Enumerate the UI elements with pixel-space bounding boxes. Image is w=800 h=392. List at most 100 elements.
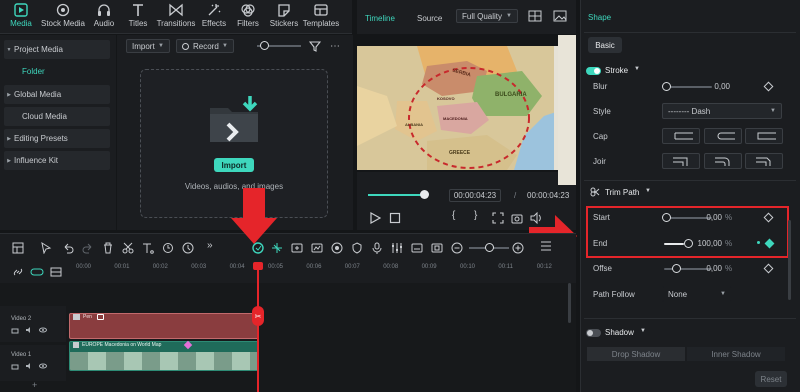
drop-shadow-tab[interactable]: Drop Shadow <box>587 347 685 361</box>
playback-progress[interactable] <box>368 194 424 196</box>
grid-menu-icon[interactable] <box>540 240 552 252</box>
fullscreen-icon[interactable] <box>492 212 504 224</box>
import-dropdown[interactable]: Import ▼ <box>126 39 170 53</box>
current-time[interactable]: 00:00:04:23 <box>449 189 501 202</box>
effects-tool-icon[interactable] <box>311 242 323 254</box>
add-media-icon[interactable] <box>291 242 303 254</box>
style-dropdown[interactable]: -------- Dash ▼ <box>662 103 782 119</box>
tab-source-preview[interactable]: Source <box>417 14 442 23</box>
tab-media[interactable]: Media <box>6 3 36 33</box>
zoom-out-icon[interactable] <box>451 242 463 254</box>
tab-filters[interactable]: Filters <box>234 3 262 33</box>
track-settings-icon[interactable] <box>50 266 62 278</box>
join-round-button[interactable] <box>704 153 742 169</box>
tab-timeline-preview[interactable]: Timeline <box>365 14 395 23</box>
audio-mixer-icon[interactable] <box>391 242 403 254</box>
thumbnail-size-knob[interactable] <box>260 41 269 50</box>
tab-stock-media[interactable]: Stock Media <box>40 3 86 33</box>
tab-transitions[interactable]: Transitions <box>156 3 196 33</box>
tab-audio[interactable]: Audio <box>90 3 118 33</box>
zoom-slider-knob[interactable] <box>485 243 494 252</box>
tab-stickers[interactable]: Stickers <box>268 3 300 33</box>
microphone-icon[interactable] <box>371 242 383 254</box>
text-tool-icon[interactable] <box>142 242 154 254</box>
track-lock-icon[interactable] <box>11 362 19 370</box>
sidebar-item-editing-presets[interactable]: ▶ Editing Presets <box>4 129 110 148</box>
cap-butt-button[interactable] <box>662 128 700 144</box>
camera-icon[interactable] <box>511 212 523 224</box>
blur-value[interactable]: 0,00 <box>700 82 730 91</box>
shield-icon[interactable] <box>351 242 363 254</box>
join-bevel-button[interactable] <box>745 153 783 169</box>
timeline-scrollbar[interactable] <box>568 283 571 323</box>
ruler-tick-label: 00:04 <box>229 264 245 270</box>
reset-button[interactable]: Reset <box>755 371 787 387</box>
play-icon[interactable] <box>369 212 381 224</box>
offset-slider-knob[interactable] <box>672 264 681 273</box>
panel-title[interactable]: Shape <box>588 13 611 22</box>
filter-icon[interactable] <box>309 40 321 52</box>
record-tool-icon[interactable] <box>331 242 343 254</box>
split-marker-icon[interactable]: ✂ <box>252 306 264 326</box>
sidebar-item-project-media[interactable]: ▼ Project Media <box>4 40 110 59</box>
import-button[interactable]: Import <box>214 158 254 172</box>
path-follow-dropdown[interactable]: None ▼ <box>662 286 732 302</box>
stop-icon[interactable] <box>389 212 401 224</box>
more-tools-icon[interactable]: » <box>207 240 213 251</box>
track-mute-icon[interactable] <box>25 326 33 334</box>
inner-shadow-tab[interactable]: Inner Shadow <box>687 347 785 361</box>
zoom-in-icon[interactable] <box>512 242 524 254</box>
sidebar-item-influence-kit[interactable]: ▶ Influence Kit <box>4 151 110 170</box>
end-slider[interactable] <box>664 243 684 245</box>
split-icon[interactable] <box>122 242 134 254</box>
cap-round-button[interactable] <box>704 128 742 144</box>
playhead-handle[interactable] <box>253 262 263 270</box>
sidebar-item-cloud-media[interactable]: Cloud Media <box>4 107 110 126</box>
add-track-icon[interactable]: + <box>32 380 37 390</box>
crop-icon[interactable] <box>162 242 174 254</box>
subtitle-icon[interactable] <box>411 242 423 254</box>
playhead-knob[interactable] <box>420 190 429 199</box>
tab-templates[interactable]: Templates <box>302 3 340 33</box>
quality-dropdown[interactable]: Full Quality ▼ <box>456 9 518 23</box>
chevron-down-icon[interactable]: ▼ <box>640 328 646 334</box>
overlay-icon[interactable] <box>431 242 443 254</box>
tab-effects[interactable]: Effects <box>200 3 228 33</box>
chevron-down-icon[interactable]: ▼ <box>634 66 640 72</box>
record-dropdown[interactable]: Record ▼ <box>176 39 234 53</box>
link-icon[interactable] <box>12 266 24 278</box>
offset-value[interactable]: 0,00 <box>690 264 722 273</box>
blur-slider-knob[interactable] <box>662 82 671 91</box>
sidebar-item-folder[interactable]: Folder <box>22 67 45 76</box>
preview-video[interactable]: SERBIA BULGARIA MACEDONIA ALBANIA GREECE… <box>357 46 574 170</box>
grid-view-icon[interactable] <box>528 10 542 22</box>
more-options-icon[interactable]: ⋯ <box>328 39 342 53</box>
snapshot-icon[interactable] <box>553 10 567 22</box>
mark-in-icon[interactable]: { <box>452 210 455 221</box>
keyframe-nav-dot[interactable] <box>757 241 760 244</box>
mark-out-icon[interactable]: } <box>474 210 477 221</box>
redo-icon[interactable] <box>82 242 94 254</box>
layout-icon[interactable] <box>12 242 24 254</box>
playhead-line[interactable] <box>257 262 259 392</box>
track-visibility-icon[interactable] <box>39 362 47 370</box>
join-miter-button[interactable] <box>662 153 700 169</box>
start-value[interactable]: 0,00 <box>690 213 722 222</box>
track-lock-icon[interactable] <box>11 326 19 334</box>
tab-basic[interactable]: Basic <box>588 37 622 53</box>
select-tool-icon[interactable] <box>40 242 52 254</box>
tab-titles[interactable]: Titles <box>124 3 152 33</box>
track-visibility-icon[interactable] <box>39 326 47 334</box>
start-slider-knob[interactable] <box>662 213 671 222</box>
sidebar-item-global-media[interactable]: ▶ Global Media <box>4 85 110 104</box>
track-mute-icon[interactable] <box>25 362 33 370</box>
timeline-ruler[interactable]: 00:00 00:01 00:02 00:03 00:04 00:05 00:06 00:07… <box>0 261 576 283</box>
chevron-down-icon[interactable]: ▼ <box>645 188 651 194</box>
panel-scrollbar[interactable] <box>788 220 791 300</box>
end-value[interactable]: 100,00 <box>690 239 722 248</box>
track-link-icon[interactable] <box>30 266 44 278</box>
undo-icon[interactable] <box>62 242 74 254</box>
speed-icon[interactable] <box>182 242 194 254</box>
cap-square-button[interactable] <box>745 128 783 144</box>
delete-icon[interactable] <box>102 242 114 254</box>
